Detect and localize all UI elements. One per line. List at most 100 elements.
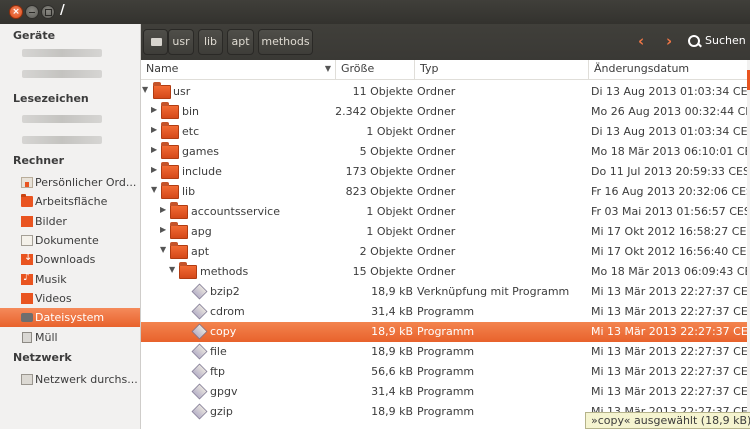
- sidebar-item-label: Musik: [35, 273, 67, 286]
- column-header-name[interactable]: Name ▼: [141, 60, 336, 80]
- sidebar-bookmark-2-redacted[interactable]: [22, 136, 102, 144]
- sidebar-item-home[interactable]: Persönlicher Ord...: [0, 173, 140, 192]
- file-row[interactable]: ▶ apg 1 Objekt Ordner Mi 17 Okt 2012 16:…: [141, 222, 747, 242]
- sidebar-item-pictures[interactable]: Bilder: [0, 212, 140, 231]
- file-date: Di 13 Aug 2013 01:03:34 CEST: [591, 125, 747, 138]
- sidebar-item-label: Arbeitsfläche: [35, 195, 108, 208]
- expand-arrow-icon[interactable]: ▶: [151, 105, 159, 114]
- executable-icon: [191, 343, 208, 360]
- window-minimize-button[interactable]: [25, 5, 39, 19]
- file-name: games: [182, 145, 219, 158]
- file-size: 18,9 kB: [371, 325, 413, 338]
- file-name: file: [210, 345, 227, 358]
- expand-arrow-icon[interactable]: ▶: [160, 205, 168, 214]
- file-type: Ordner: [417, 265, 456, 278]
- expand-arrow-icon[interactable]: ▶: [151, 125, 159, 134]
- file-size: 2 Objekte: [359, 245, 413, 258]
- sidebar-item-trash[interactable]: Müll: [0, 328, 140, 347]
- collapse-arrow-icon[interactable]: ▼: [169, 265, 177, 274]
- file-date: Di 13 Aug 2013 01:03:34 CEST: [591, 85, 747, 98]
- breadcrumb-methods[interactable]: methods: [258, 29, 313, 55]
- file-date: Do 11 Jul 2013 20:59:33 CEST: [591, 165, 747, 178]
- file-size: 2.342 Objekte: [335, 105, 413, 118]
- file-row[interactable]: gpgv 31,4 kB Programm Mi 13 Mär 2013 22:…: [141, 382, 747, 402]
- forward-arrow-icon[interactable]: ›: [666, 32, 672, 50]
- file-size: 1 Objekt: [366, 125, 413, 138]
- breadcrumb-apt[interactable]: apt: [227, 29, 254, 55]
- file-size: 31,4 kB: [371, 305, 413, 318]
- sidebar-item-videos[interactable]: Videos: [0, 289, 140, 308]
- file-size: 1 Objekt: [366, 225, 413, 238]
- file-row[interactable]: cdrom 31,4 kB Programm Mi 13 Mär 2013 22…: [141, 302, 747, 322]
- window-close-button[interactable]: ×: [9, 5, 23, 19]
- breadcrumb-root[interactable]: [143, 29, 168, 55]
- file-type: Programm: [417, 365, 475, 378]
- file-row[interactable]: ▼ lib 823 Objekte Ordner Fr 16 Aug 2013 …: [141, 182, 747, 202]
- file-row-selected[interactable]: copy 18,9 kB Programm Mi 13 Mär 2013 22:…: [141, 322, 747, 342]
- videos-icon: [21, 293, 33, 304]
- sidebar-item-browse-network[interactable]: Netzwerk durchs...: [0, 370, 140, 389]
- window-title: /: [60, 3, 65, 18]
- file-row[interactable]: file 18,9 kB Programm Mi 13 Mär 2013 22:…: [141, 342, 747, 362]
- executable-icon: [191, 303, 208, 320]
- folder-icon: [153, 82, 171, 99]
- sidebar-item-documents[interactable]: Dokumente: [0, 231, 140, 250]
- file-row[interactable]: bzip2 18,9 kB Verknüpfung mit Programm M…: [141, 282, 747, 302]
- file-date: Mi 13 Mär 2013 22:27:37 CET: [591, 285, 747, 298]
- expand-arrow-icon[interactable]: ▶: [160, 225, 168, 234]
- column-header-type[interactable]: Typ: [415, 60, 589, 80]
- file-date: Mi 13 Mär 2013 22:27:37 CET: [591, 325, 747, 338]
- file-date: Mi 13 Mär 2013 22:27:37 CET: [591, 305, 747, 318]
- sidebar-item-desktop[interactable]: Arbeitsfläche: [0, 192, 140, 211]
- file-date: Mi 13 Mär 2013 22:27:37 CET: [591, 365, 747, 378]
- file-type: Ordner: [417, 105, 456, 118]
- file-row[interactable]: ▶ bin 2.342 Objekte Ordner Mo 26 Aug 201…: [141, 102, 747, 122]
- collapse-arrow-icon[interactable]: ▼: [142, 85, 150, 94]
- back-arrow-icon[interactable]: ‹: [638, 32, 644, 50]
- file-size: 1 Objekt: [366, 205, 413, 218]
- file-row[interactable]: ▶ games 5 Objekte Ordner Mo 18 Mär 2013 …: [141, 142, 747, 162]
- sidebar-device-2-redacted[interactable]: [22, 70, 102, 78]
- column-header-modified[interactable]: Änderungsdatum: [589, 60, 750, 80]
- file-row[interactable]: ▶ etc 1 Objekt Ordner Di 13 Aug 2013 01:…: [141, 122, 747, 142]
- collapse-arrow-icon[interactable]: ▼: [160, 245, 168, 254]
- window-maximize-button[interactable]: [41, 5, 55, 19]
- executable-icon: [191, 323, 208, 340]
- folder-icon: [161, 102, 179, 119]
- sidebar-item-music[interactable]: Musik: [0, 270, 140, 289]
- file-size: 56,6 kB: [371, 365, 413, 378]
- file-list: ▼ usr 11 Objekte Ordner Di 13 Aug 2013 0…: [141, 80, 747, 429]
- file-size: 31,4 kB: [371, 385, 413, 398]
- sidebar-device-1-redacted[interactable]: [22, 49, 102, 57]
- search-button-label[interactable]: Suchen: [705, 34, 746, 47]
- file-size: 18,9 kB: [371, 345, 413, 358]
- breadcrumb-lib[interactable]: lib: [198, 29, 223, 55]
- file-type: Ordner: [417, 245, 456, 258]
- downloads-icon: [21, 252, 33, 265]
- column-header-size[interactable]: Größe: [336, 60, 415, 80]
- folder-icon: [170, 242, 188, 259]
- sidebar-bookmark-1-redacted[interactable]: [22, 115, 102, 123]
- sidebar-item-downloads[interactable]: Downloads: [0, 250, 140, 269]
- file-date: Mo 26 Aug 2013 00:32:44 CEST: [591, 105, 747, 118]
- folder-icon: [161, 122, 179, 139]
- file-row[interactable]: ▼ usr 11 Objekte Ordner Di 13 Aug 2013 0…: [141, 82, 747, 102]
- file-type: Ordner: [417, 205, 456, 218]
- breadcrumb-usr[interactable]: usr: [168, 29, 194, 55]
- file-row[interactable]: ftp 56,6 kB Programm Mi 13 Mär 2013 22:2…: [141, 362, 747, 382]
- file-row[interactable]: ▶ include 173 Objekte Ordner Do 11 Jul 2…: [141, 162, 747, 182]
- expand-arrow-icon[interactable]: ▶: [151, 165, 159, 174]
- sidebar-item-filesystem[interactable]: Dateisystem: [0, 308, 140, 327]
- file-row[interactable]: ▶ accountsservice 1 Objekt Ordner Fr 03 …: [141, 202, 747, 222]
- file-name: usr: [173, 85, 191, 98]
- executable-icon: [191, 383, 208, 400]
- expand-arrow-icon[interactable]: ▶: [151, 145, 159, 154]
- file-row[interactable]: ▼ methods 15 Objekte Ordner Mo 18 Mär 20…: [141, 262, 747, 282]
- search-icon[interactable]: [688, 35, 701, 48]
- file-name: gpgv: [210, 385, 238, 398]
- home-folder-icon: [21, 177, 33, 188]
- collapse-arrow-icon[interactable]: ▼: [151, 185, 159, 194]
- sidebar-header-computer: Rechner: [13, 154, 64, 167]
- sidebar-item-label: Bilder: [35, 215, 67, 228]
- file-row[interactable]: ▼ apt 2 Objekte Ordner Mi 17 Okt 2012 16…: [141, 242, 747, 262]
